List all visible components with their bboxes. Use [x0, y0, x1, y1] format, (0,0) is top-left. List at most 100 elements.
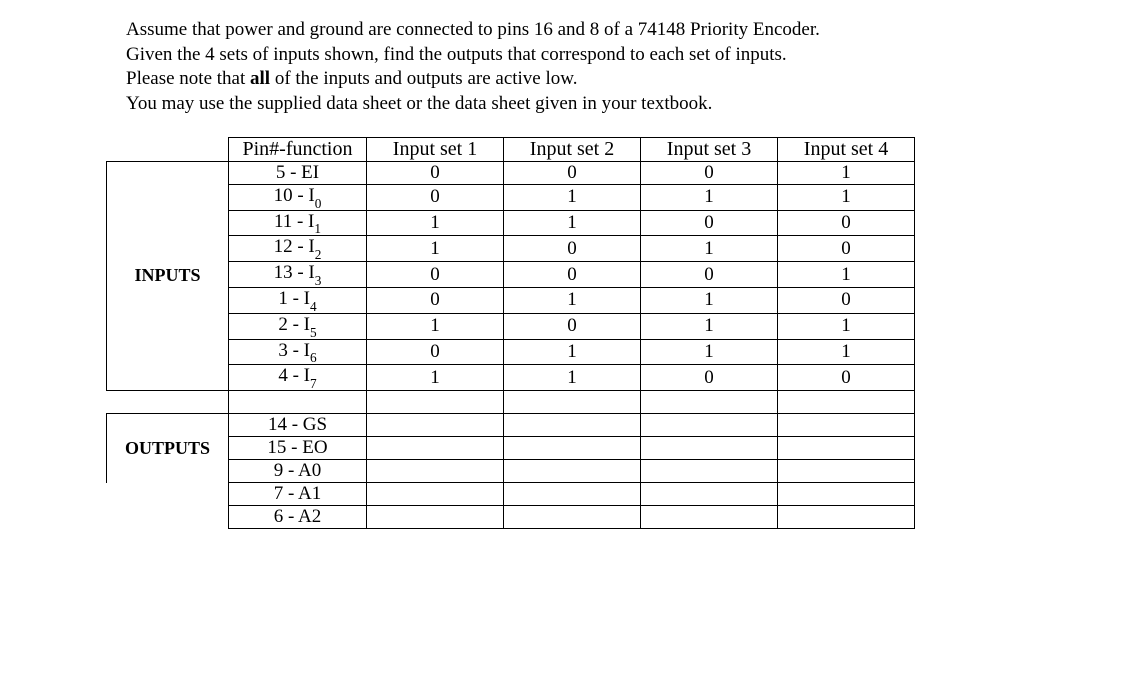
table-row: 1 - I4 0 1 1 0 [107, 287, 915, 313]
value-cell [367, 506, 504, 529]
pin-cell: 5 - EI [229, 161, 367, 184]
pin-text: 4 - I [278, 365, 310, 386]
pin-sub: 0 [315, 196, 322, 211]
value-cell: 0 [778, 236, 915, 262]
header-set3: Input set 3 [641, 137, 778, 161]
value-cell: 0 [778, 365, 915, 391]
intro-line-1: Assume that power and ground are connect… [126, 18, 1132, 43]
value-cell: 0 [641, 262, 778, 288]
value-cell: 0 [778, 210, 915, 236]
pin-cell: 2 - I5 [229, 313, 367, 339]
pin-sub: 2 [315, 247, 322, 262]
table-row: 4 - I7 1 1 0 0 [107, 365, 915, 391]
pin-sub: 5 [310, 325, 317, 340]
value-cell [641, 414, 778, 437]
value-cell: 1 [367, 365, 504, 391]
value-cell: 1 [778, 161, 915, 184]
pin-cell: 4 - I7 [229, 365, 367, 391]
spacer-row [107, 391, 915, 414]
value-cell: 1 [778, 339, 915, 365]
spacer-cell [229, 391, 367, 414]
table-row: 7 - A1 [107, 483, 915, 506]
value-cell [367, 414, 504, 437]
value-cell: 0 [367, 287, 504, 313]
pin-sub: 3 [315, 273, 322, 288]
value-cell: 0 [778, 287, 915, 313]
pin-cell: 10 - I0 [229, 184, 367, 210]
value-cell: 1 [778, 313, 915, 339]
intro-line-3: Please note that all of the inputs and o… [126, 67, 1132, 92]
value-cell: 0 [504, 313, 641, 339]
pin-text: 2 - I [278, 314, 310, 335]
blank-cell [107, 483, 229, 506]
intro-line-3-bold: all [250, 68, 270, 89]
spacer-cell [641, 391, 778, 414]
pin-sub: 6 [310, 350, 317, 365]
table-row: 10 - I0 0 1 1 1 [107, 184, 915, 210]
value-cell: 0 [367, 184, 504, 210]
table-row: INPUTS 5 - EI 0 0 0 1 [107, 161, 915, 184]
value-cell [504, 437, 641, 460]
pin-cell: 3 - I6 [229, 339, 367, 365]
header-blank [107, 137, 229, 161]
pin-text: 5 - EI [276, 162, 319, 183]
spacer-cell [778, 391, 915, 414]
table-row: 6 - A2 [107, 506, 915, 529]
table-row: 13 - I3 0 0 0 1 [107, 262, 915, 288]
value-cell [367, 437, 504, 460]
table-row: 11 - I1 1 1 0 0 [107, 210, 915, 236]
spacer-cell [107, 391, 229, 414]
pin-cell: 13 - I3 [229, 262, 367, 288]
value-cell: 1 [367, 313, 504, 339]
value-cell [778, 460, 915, 483]
value-cell: 0 [367, 262, 504, 288]
table-row: 15 - EO [107, 437, 915, 460]
table-header-row: Pin#-function Input set 1 Input set 2 In… [107, 137, 915, 161]
blank-cell [107, 506, 229, 529]
value-cell: 0 [504, 161, 641, 184]
value-cell [367, 483, 504, 506]
header-set1: Input set 1 [367, 137, 504, 161]
pin-sub: 4 [310, 299, 317, 314]
value-cell: 0 [504, 236, 641, 262]
value-cell [504, 460, 641, 483]
value-cell: 1 [504, 365, 641, 391]
pin-text: 12 - I [274, 236, 315, 257]
value-cell [641, 483, 778, 506]
pin-cell: 7 - A1 [229, 483, 367, 506]
value-cell: 1 [504, 184, 641, 210]
value-cell [641, 437, 778, 460]
encoder-table: Pin#-function Input set 1 Input set 2 In… [106, 137, 1132, 529]
value-cell: 1 [367, 236, 504, 262]
table-row: OUTPUTS 14 - GS [107, 414, 915, 437]
pin-cell: 15 - EO [229, 437, 367, 460]
pin-sub: 1 [314, 221, 321, 236]
intro-line-3-prefix: Please note that [126, 68, 250, 89]
pin-text: 11 - I [274, 211, 314, 232]
pin-text: 3 - I [278, 340, 310, 361]
header-set2: Input set 2 [504, 137, 641, 161]
value-cell [778, 437, 915, 460]
spacer-cell [367, 391, 504, 414]
value-cell [641, 506, 778, 529]
value-cell: 0 [641, 365, 778, 391]
pin-sub: 7 [310, 376, 317, 391]
value-cell: 1 [367, 210, 504, 236]
pin-text: 10 - I [274, 185, 315, 206]
table-row: 2 - I5 1 0 1 1 [107, 313, 915, 339]
value-cell [641, 460, 778, 483]
pin-cell: 9 - A0 [229, 460, 367, 483]
value-cell [778, 414, 915, 437]
value-cell: 1 [641, 236, 778, 262]
header-pin: Pin#-function [229, 137, 367, 161]
value-cell: 0 [641, 161, 778, 184]
pin-cell: 12 - I2 [229, 236, 367, 262]
section-inputs-label: INPUTS [107, 161, 229, 390]
section-outputs-label: OUTPUTS [107, 414, 229, 483]
value-cell: 1 [778, 184, 915, 210]
value-cell: 1 [504, 210, 641, 236]
value-cell: 1 [641, 184, 778, 210]
intro-line-2: Given the 4 sets of inputs shown, find t… [126, 43, 1132, 68]
pin-cell: 11 - I1 [229, 210, 367, 236]
value-cell: 1 [641, 287, 778, 313]
